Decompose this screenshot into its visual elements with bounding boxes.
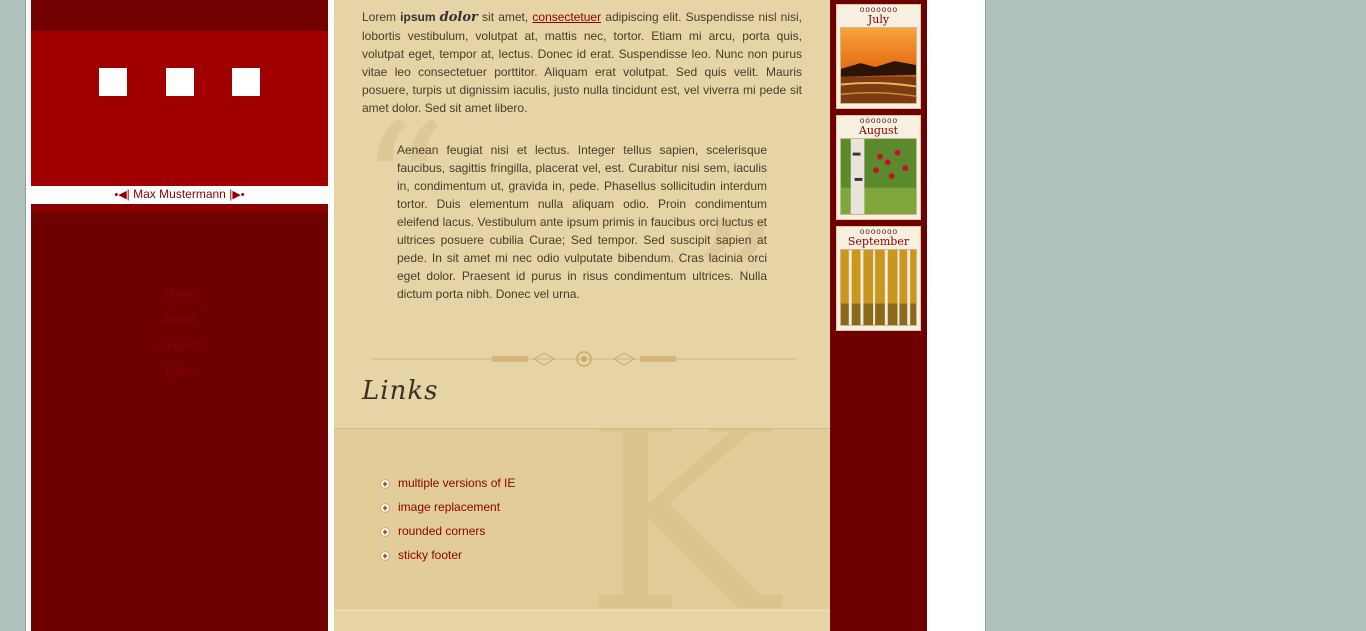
nav-item-links[interactable]: Links — [31, 358, 328, 384]
intro-text: Lorem — [362, 10, 401, 24]
header-square-1 — [99, 68, 127, 96]
calendar-month-label: September — [847, 235, 910, 248]
left-sidebar: Home About Contact Links — [31, 204, 328, 631]
calendar-month-label: August — [858, 124, 899, 137]
plus-bullet-icon: + — [380, 478, 390, 489]
links-panel: K + multiple versions of IE + image replac… — [334, 428, 830, 611]
list-item: + multiple versions of IE — [380, 473, 515, 497]
header-top-bar — [31, 0, 328, 31]
calendar-card-july[interactable]: ooooooo July — [836, 4, 921, 109]
birch-berries-photo — [840, 138, 917, 215]
next-arrow-icon[interactable]: ▶• — [232, 189, 244, 201]
plus-bullet-icon: + — [380, 550, 390, 561]
main-content: Lorem ipsum dolor sit amet, consectetuer… — [334, 0, 830, 631]
plus-bullet-icon: + — [380, 526, 390, 537]
ornament-divider-icon — [372, 351, 796, 367]
calendar-card-september[interactable]: ooooooo September — [836, 226, 921, 331]
intro-text: sit amet, — [477, 10, 533, 24]
intro-italic: dolor — [439, 10, 478, 25]
nav-item-home[interactable]: Home — [31, 280, 328, 306]
list-item: + image replacement — [380, 497, 515, 521]
background-letter-k-icon: K — [584, 428, 779, 611]
blockquote: Aenean feugiat nisi et lectus. Integer t… — [397, 143, 767, 301]
prev-arrow-icon[interactable]: •◀ — [114, 189, 126, 201]
links-list: + multiple versions of IE + image replacem… — [380, 473, 515, 569]
list-item: + sticky footer — [380, 545, 515, 569]
author-name-link[interactable]: Max Mustermann — [133, 187, 226, 201]
calendar-card-august[interactable]: ooooooo August — [836, 115, 921, 220]
autumn-forest-photo — [840, 249, 917, 326]
sidebar-top-band — [31, 204, 328, 212]
links-heading: Links — [362, 376, 439, 406]
right-sidebar: ooooooo July ooooooo August ooooooo Sept… — [830, 0, 927, 631]
link-ie-versions[interactable]: multiple versions of IE — [398, 476, 515, 490]
header-square-2 — [166, 68, 194, 96]
plus-bullet-icon: + — [380, 502, 390, 513]
intro-inline-link[interactable]: consectetuer — [532, 10, 601, 24]
sunset-lake-photo — [840, 27, 917, 104]
main-nav: Home About Contact Links — [31, 280, 328, 384]
link-rounded-corners[interactable]: rounded corners — [398, 524, 485, 538]
link-sticky-footer[interactable]: sticky footer — [398, 548, 462, 562]
intro-bold: ipsum — [400, 10, 436, 24]
header-square-3 — [232, 68, 260, 96]
link-image-replacement[interactable]: image replacement — [398, 500, 500, 514]
calendar-month-label: July — [867, 13, 890, 26]
list-item: + rounded corners — [380, 521, 515, 545]
author-nav: •◀| Max Mustermann |▶• — [114, 187, 245, 201]
nav-item-about[interactable]: About — [31, 306, 328, 332]
nav-item-contact[interactable]: Contact — [31, 332, 328, 358]
